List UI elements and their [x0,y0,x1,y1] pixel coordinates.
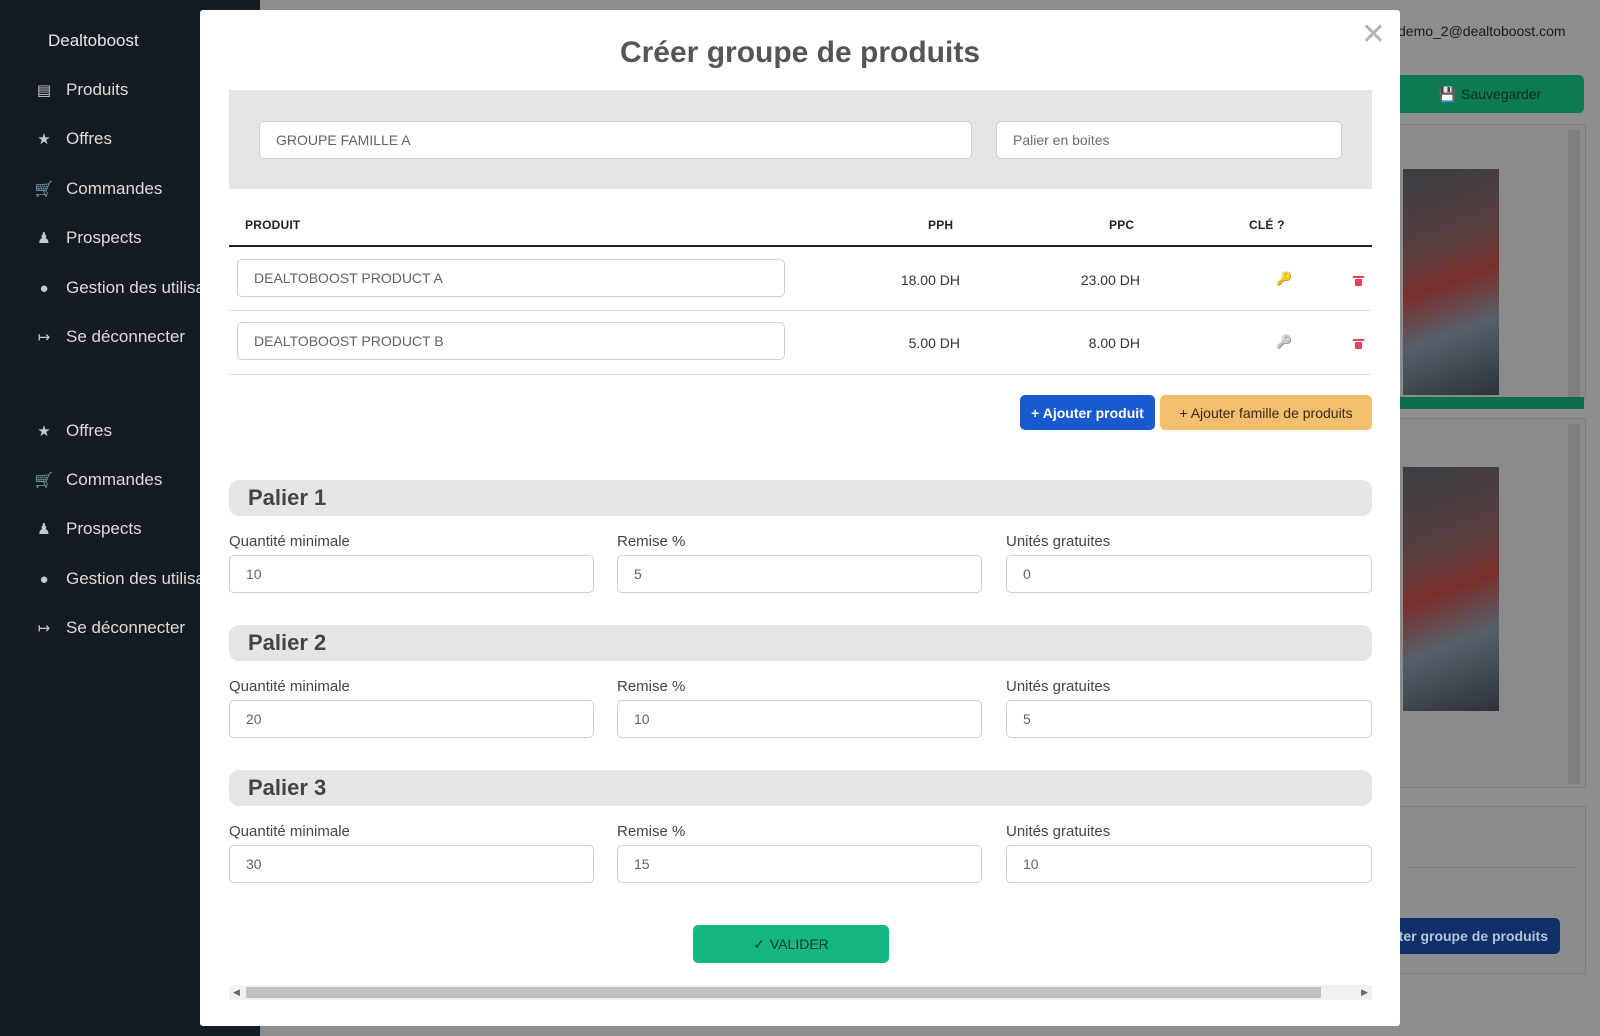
scroll-left-icon[interactable]: ◀ [233,987,240,998]
remise-label: Remise % [617,678,686,695]
product-select[interactable]: DEALTOBOOST PRODUCT A [237,259,785,297]
free-units-input[interactable]: 5 [1006,700,1372,738]
sidebar-item-offres[interactable]: ★ Offres [34,129,112,149]
free-units-input[interactable]: 10 [1006,845,1372,883]
min-qty-input[interactable]: 10 [229,555,594,593]
palier-2-header: Palier 2 [229,625,1372,661]
sidebar-item-users-2[interactable]: ● Gestion des utilisa [34,569,205,589]
sidebar-item-prospects-2[interactable]: ♟ Prospects [34,519,142,539]
sidebar-item-prospects[interactable]: ♟ Prospects [34,228,142,248]
free-units-label: Unités gratuites [1006,533,1111,550]
save-icon: 💾 [1438,85,1457,102]
column-header-pph: PPH [928,218,954,232]
users-icon: ♟ [37,230,51,247]
free-units-input[interactable]: 0 [1006,555,1372,593]
sidebar-item-commandes-2[interactable]: 🛒 Commandes [34,470,163,490]
column-header-ppc: PPC [1109,218,1135,232]
min-qty-input[interactable]: 30 [229,845,594,883]
scrollbar-thumb[interactable] [246,987,1321,998]
sidebar-item-users[interactable]: ● Gestion des utilisa [34,278,205,298]
row-divider [229,310,1372,311]
product-select[interactable]: DEALTOBOOST PRODUCT B [237,322,785,360]
group-name-input[interactable]: GROUPE FAMILLE A [259,121,972,159]
check-icon: ✓ [753,935,765,952]
scrollbar[interactable] [1568,424,1580,784]
palier-boites-input[interactable]: Palier en boites [996,121,1342,159]
product-ppc: 23.00 DH [1080,272,1140,288]
add-product-button[interactable]: + Ajouter produit [1020,395,1155,430]
document-icon: ▤ [36,82,52,99]
user-icon: ● [39,279,49,297]
sidebar-item-logout-2[interactable]: ↦ Se déconnecter [34,618,185,638]
logout-icon: ↦ [37,329,51,346]
free-units-label: Unités gratuites [1006,678,1111,695]
remise-label: Remise % [617,823,686,840]
group-header-box: GROUPE FAMILLE A Palier en boites [229,90,1372,189]
remise-label: Remise % [617,533,686,550]
users-icon: ♟ [37,521,51,538]
sidebar-item-label: Produits [66,80,129,99]
min-qty-label: Quantité minimale [229,823,350,840]
sidebar-item-label: Se déconnecter [66,618,186,637]
star-icon: ★ [37,131,51,148]
validate-button[interactable]: ✓ VALIDER [693,925,889,963]
column-header-cle: CLÉ ? [1249,218,1285,232]
user-email: demo_2@dealtoboost.com [1398,23,1566,39]
sidebar-item-label: Gestion des utilisa [66,278,205,297]
card-status-bar [1396,397,1584,409]
validate-label: VALIDER [769,936,829,952]
table-header-divider [229,245,1372,247]
add-product-family-button[interactable]: + Ajouter famille de produits [1160,395,1372,430]
scroll-right-icon[interactable]: ▶ [1361,987,1368,998]
sidebar-item-commandes[interactable]: 🛒 Commandes [34,179,163,199]
sidebar-item-label: Commandes [66,470,163,489]
key-icon[interactable]: 🔑 [1276,334,1292,350]
create-group-button-background[interactable]: ter groupe de produits [1390,918,1560,954]
brand-name[interactable]: Dealtoboost [48,31,139,51]
product-image [1403,467,1499,711]
user-icon: ● [39,570,49,588]
cart-icon: 🛒 [34,181,54,198]
row-divider [229,374,1372,375]
product-card [1396,418,1586,788]
logout-icon: ↦ [37,620,51,637]
sidebar-item-logout[interactable]: ↦ Se déconnecter [34,327,185,347]
sidebar-item-label: Commandes [66,179,163,198]
star-icon: ★ [37,423,51,440]
column-header-produit: PRODUIT [245,218,301,232]
product-image [1403,169,1499,395]
sidebar-item-label: Se déconnecter [66,327,186,346]
cart-icon: 🛒 [34,472,54,489]
remise-input[interactable]: 15 [617,845,982,883]
product-pph: 5.00 DH [908,335,960,351]
palier-1-header: Palier 1 [229,480,1372,516]
save-label: Sauvegarder [1461,86,1542,102]
sidebar-item-produits[interactable]: ▤ Produits [34,80,128,100]
sidebar-item-label: Prospects [66,519,142,538]
min-qty-label: Quantité minimale [229,678,350,695]
sidebar-item-offres-2[interactable]: ★ Offres [34,421,112,441]
min-qty-label: Quantité minimale [229,533,350,550]
scrollbar[interactable] [1568,130,1580,400]
sidebar-item-label: Offres [66,421,112,440]
key-icon[interactable]: 🔑 [1276,271,1292,287]
delete-icon[interactable] [1353,276,1364,286]
modal-title: Créer groupe de produits [619,36,981,69]
remise-input[interactable]: 5 [617,555,982,593]
sidebar-item-label: Prospects [66,228,142,247]
product-ppc: 8.00 DH [1088,335,1140,351]
sidebar-item-label: Gestion des utilisa [66,569,205,588]
sidebar-item-label: Offres [66,129,112,148]
product-card [1396,124,1586,399]
horizontal-scrollbar[interactable]: ◀ ▶ [229,985,1372,1000]
delete-icon[interactable] [1353,339,1364,349]
palier-3-header: Palier 3 [229,770,1372,806]
create-group-modal: ✕ Créer groupe de produits GROUPE FAMILL… [200,10,1400,1026]
product-pph: 18.00 DH [900,272,960,288]
remise-input[interactable]: 10 [617,700,982,738]
save-button[interactable]: 💾 Sauvegarder [1396,75,1584,113]
min-qty-input[interactable]: 20 [229,700,594,738]
free-units-label: Unités gratuites [1006,823,1111,840]
